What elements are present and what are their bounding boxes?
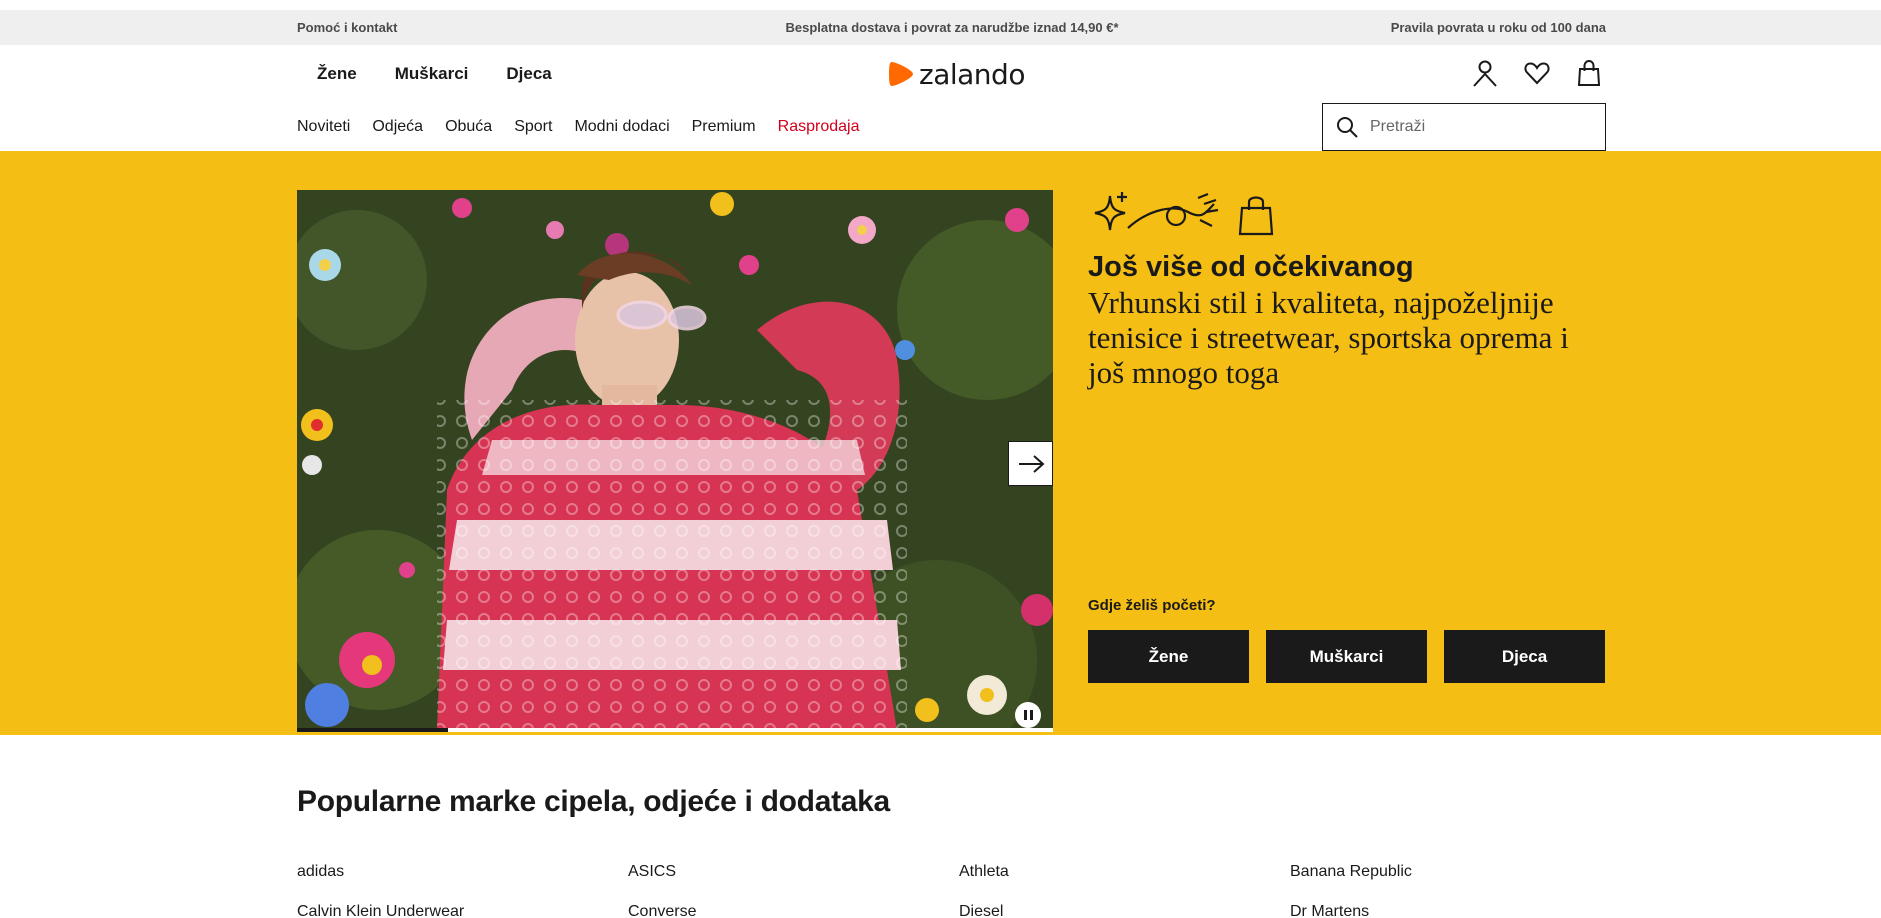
brand-link[interactable]: Calvin Klein Underwear bbox=[297, 902, 628, 918]
return-policy-notice[interactable]: Pravila povrata u roku od 100 dana bbox=[1391, 10, 1606, 45]
category-shoes[interactable]: Obuća bbox=[445, 118, 492, 136]
hero-decorative-icons bbox=[1088, 190, 1278, 241]
hero-banner: Još više od očekivanog Vrhunski stil i k… bbox=[0, 151, 1881, 735]
nav-men[interactable]: Muškarci bbox=[395, 64, 469, 84]
pause-icon-bar bbox=[1029, 710, 1033, 720]
hero-women-button[interactable]: Žene bbox=[1088, 630, 1249, 683]
zalando-logo[interactable]: zalando bbox=[888, 57, 1025, 91]
zalando-logo-icon bbox=[889, 62, 913, 86]
brand-link[interactable]: adidas bbox=[297, 862, 628, 882]
category-sport[interactable]: Sport bbox=[514, 118, 552, 136]
brands-grid: adidas ASICS Athleta Banana Republic Cal… bbox=[297, 862, 1628, 918]
brand-link[interactable]: Banana Republic bbox=[1290, 862, 1621, 882]
carousel-progress-fill bbox=[297, 728, 449, 732]
carousel-progress bbox=[297, 728, 1053, 732]
category-premium[interactable]: Premium bbox=[692, 118, 756, 136]
hero-title: Još više od očekivanog bbox=[1088, 251, 1414, 283]
hero-button-group: Žene Muškarci Djeca bbox=[1088, 630, 1605, 683]
nav-women[interactable]: Žene bbox=[317, 64, 357, 84]
hero-photo bbox=[297, 190, 1053, 732]
category-sale[interactable]: Rasprodaja bbox=[778, 118, 860, 136]
carousel-next-button[interactable] bbox=[1008, 441, 1053, 486]
brand-link[interactable]: Converse bbox=[628, 902, 959, 918]
hero-men-button[interactable]: Muškarci bbox=[1266, 630, 1427, 683]
account-icon[interactable] bbox=[1470, 58, 1500, 88]
wishlist-heart-icon[interactable] bbox=[1522, 58, 1552, 88]
pause-icon-bar bbox=[1023, 710, 1027, 720]
hero-question: Gdje želiš početi? bbox=[1088, 597, 1216, 614]
brand-link[interactable]: Dr Martens bbox=[1290, 902, 1621, 918]
search-input[interactable] bbox=[1370, 118, 1590, 136]
search-icon bbox=[1337, 117, 1358, 138]
carousel-pause-button[interactable] bbox=[1015, 702, 1041, 728]
top-info-bar: Pomoć i kontakt Besplatna dostava i povr… bbox=[0, 10, 1881, 45]
search-box[interactable] bbox=[1322, 103, 1606, 151]
hero-subtitle: Vrhunski stil i kvaliteta, najpoželjnije… bbox=[1088, 285, 1569, 390]
arrow-right-icon bbox=[1018, 454, 1045, 473]
hero-image bbox=[297, 190, 1053, 732]
brand-link[interactable]: Diesel bbox=[959, 902, 1290, 918]
brands-title: Popularne marke cipela, odjeće i dodatak… bbox=[297, 785, 890, 818]
category-new[interactable]: Noviteti bbox=[297, 118, 350, 136]
gender-nav: Žene Muškarci Djeca bbox=[317, 64, 590, 84]
brand-link[interactable]: Athleta bbox=[959, 862, 1290, 882]
logo-text: zalando bbox=[919, 57, 1025, 91]
category-nav: Noviteti Odjeća Obuća Sport Modni dodaci… bbox=[297, 118, 881, 136]
shopping-bag-icon[interactable] bbox=[1574, 58, 1604, 88]
category-clothing[interactable]: Odjeća bbox=[372, 118, 423, 136]
hero-kids-button[interactable]: Djeca bbox=[1444, 630, 1605, 683]
header-actions bbox=[1470, 58, 1604, 88]
nav-kids[interactable]: Djeca bbox=[506, 64, 551, 84]
brand-link[interactable]: ASICS bbox=[628, 862, 959, 882]
sparkle-eye-bag-icon bbox=[1094, 192, 1274, 236]
category-accessories[interactable]: Modni dodaci bbox=[574, 118, 669, 136]
